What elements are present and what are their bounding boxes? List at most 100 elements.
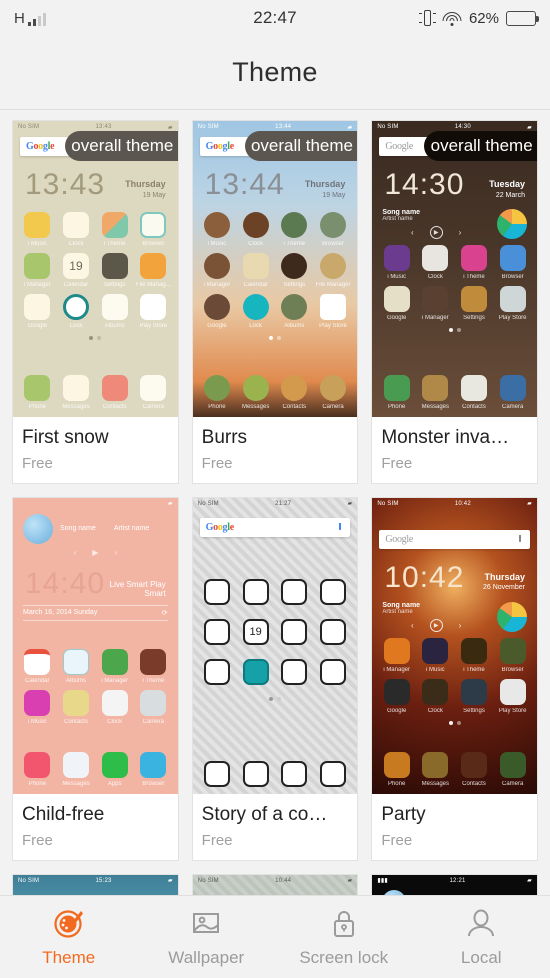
theme-card[interactable]: No SIM 15:23 ▰ <box>12 873 179 895</box>
preview-carrier: No SIM <box>197 124 219 130</box>
dock-icon-phone <box>24 375 51 401</box>
theme-price: Free <box>381 454 413 472</box>
tab-local[interactable]: Local <box>413 907 550 968</box>
theme-price: Free <box>22 454 53 472</box>
wifi-icon <box>442 11 462 26</box>
page-header: Theme <box>0 36 550 110</box>
music-controls: ‹ ▶ › <box>410 618 462 632</box>
app-icon-playstore <box>140 294 167 320</box>
preview-status-bar: No SIM 10:44 ▰ <box>193 875 358 887</box>
dock-icon-messages <box>242 760 269 787</box>
theme-card[interactable]: No SIM 14:30 ▰ Google 14:30 Tuesday 22 M… <box>371 120 538 484</box>
theme-preview[interactable]: No SIM 21:27 ▰ Google 19 <box>192 497 358 794</box>
theme-card[interactable]: ▮▮▮ 12:21 ▰ Song name Artist name <box>371 873 538 895</box>
app-icon-browser <box>140 212 167 238</box>
theme-card-label: Story of a co… Free <box>192 793 358 860</box>
app-icon-manager <box>24 253 51 279</box>
theme-preview[interactable]: No SIM 10:44 ▰ <box>192 874 358 895</box>
album-cover <box>382 889 407 895</box>
preview-battery-icon: ▰ <box>347 878 353 884</box>
preview-signal-icon: ▮▮▮ <box>377 878 388 884</box>
theme-card-label: Burrs Free <box>192 417 358 483</box>
preview-date: Thursday 19 May <box>125 178 166 200</box>
theme-name: Party <box>381 803 426 825</box>
overall-theme-badge: overall theme <box>424 131 537 161</box>
tab-theme[interactable]: Theme <box>0 907 138 968</box>
theme-store-screen: H 22:47 62% Theme No SIM 13:43 ▰ Google … <box>0 0 550 978</box>
artist-name: Artist name <box>382 216 413 222</box>
theme-card[interactable]: No SIM 13:44 ▰ Google 13:44 Thursday 19 … <box>191 120 359 484</box>
dock-icon-contacts <box>281 760 308 787</box>
theme-card[interactable]: No SIM 10:42 ▰ Google 10:42 Thursday 26 … <box>371 496 538 861</box>
play-icon: ▶ <box>429 618 443 632</box>
preview-battery-icon: ▰ <box>527 878 532 884</box>
page-dots <box>372 328 537 332</box>
preview-time: 15:23 <box>95 877 112 884</box>
preview-weekday: Thursday <box>304 179 346 190</box>
theme-list-scroll[interactable]: No SIM 13:43 ▰ Google 13:43 Thursday 19 … <box>0 110 550 895</box>
page-dots <box>193 336 358 340</box>
app-icon-theme <box>281 212 308 238</box>
app-icon-clock <box>422 245 449 271</box>
theme-preview[interactable]: No SIM 13:43 ▰ Google 13:43 Thursday 19 … <box>13 121 178 417</box>
app-icon-albums <box>281 294 308 320</box>
preview-time: 21:27 <box>275 500 292 507</box>
dock-icon-contacts <box>460 375 487 401</box>
image-icon <box>193 912 220 933</box>
theme-grid: No SIM 13:43 ▰ Google 13:43 Thursday 19 … <box>12 120 538 895</box>
album-cover <box>497 209 527 239</box>
status-bar: H 22:47 62% <box>0 0 550 36</box>
google-logo-icon: Google <box>205 141 235 152</box>
app-icon-calendar <box>242 253 269 279</box>
preview-time: 10:44 <box>275 877 292 884</box>
song-name: Song name <box>382 601 421 609</box>
dock-icon-camera <box>499 375 526 401</box>
theme-card[interactable]: No SIM 21:27 ▰ Google 19 Story of a co… … <box>191 496 359 861</box>
vibrate-icon <box>418 9 436 27</box>
app-icon-clock <box>62 212 89 238</box>
theme-preview[interactable]: No SIM 15:23 ▰ <box>13 874 178 895</box>
theme-card[interactable]: No SIM 10:44 ▰ <box>191 873 359 895</box>
preview-clock-row: 14:30 Tuesday 22 March <box>372 156 537 200</box>
preview-dock: Phone Messages Contacts Camera <box>372 746 537 794</box>
theme-preview[interactable]: ▮▮▮ 12:21 ▰ Song name Artist name <box>372 874 537 895</box>
tab-theme-label: Theme <box>42 947 96 967</box>
app-icon-playstore <box>499 678 526 705</box>
theme-preview[interactable]: ▰ Song name Artist name ‹ ▶ › 14:40 Live… <box>13 497 178 794</box>
preview-battery-icon: ▰ <box>347 124 353 131</box>
app-icon-calendar: 19 <box>242 618 269 645</box>
dock-icon-apps <box>101 751 128 778</box>
theme-card[interactable]: ▰ Song name Artist name ‹ ▶ › 14:40 Live… <box>12 496 179 861</box>
app-icon-theme <box>101 212 128 238</box>
preview-datetext: March 16, 2014 Sunday <box>23 608 98 616</box>
tab-wallpaper-label: Wallpaper <box>168 947 245 967</box>
dock-icon-camera <box>499 751 526 778</box>
tab-wallpaper[interactable]: Wallpaper <box>138 907 276 968</box>
theme-name: Burrs <box>201 427 248 448</box>
theme-card-label: Party Free <box>372 793 537 860</box>
theme-price: Free <box>381 831 413 849</box>
preview-status-bar: ▰ <box>13 498 178 510</box>
app-icon-5 <box>203 618 230 645</box>
app-icon-music <box>422 637 449 664</box>
preview-clock: 13:44 <box>204 168 285 201</box>
dock-icon-camera <box>319 375 346 401</box>
preview-status-bar: No SIM 21:27 ▰ <box>193 498 358 510</box>
theme-card[interactable]: No SIM 13:43 ▰ Google 13:43 Thursday 19 … <box>12 120 179 484</box>
theme-preview[interactable]: No SIM 13:44 ▰ Google 13:44 Thursday 19 … <box>192 121 358 417</box>
theme-preview[interactable]: No SIM 14:30 ▰ Google 14:30 Tuesday 22 M… <box>372 121 537 417</box>
google-logo-icon: Google <box>26 141 55 152</box>
app-icon-playstore <box>499 286 526 312</box>
app-icon-theme <box>460 245 487 271</box>
tab-screen-lock[interactable]: Screen lock <box>275 907 413 968</box>
theme-preview[interactable]: No SIM 10:42 ▰ Google 10:42 Thursday 26 … <box>372 497 537 794</box>
app-icon-music <box>383 245 410 271</box>
music-widget: Song name Artist name <box>372 887 537 895</box>
preview-status-bar: No SIM 15:23 ▰ <box>13 875 178 887</box>
app-icon-calendar: 19 <box>62 253 89 279</box>
app-icon-music <box>24 212 51 238</box>
app-icon-camera <box>140 689 167 716</box>
song-name: Song name <box>60 525 96 533</box>
dock-icon-phone <box>383 751 410 778</box>
status-time: 22:47 <box>253 8 297 27</box>
